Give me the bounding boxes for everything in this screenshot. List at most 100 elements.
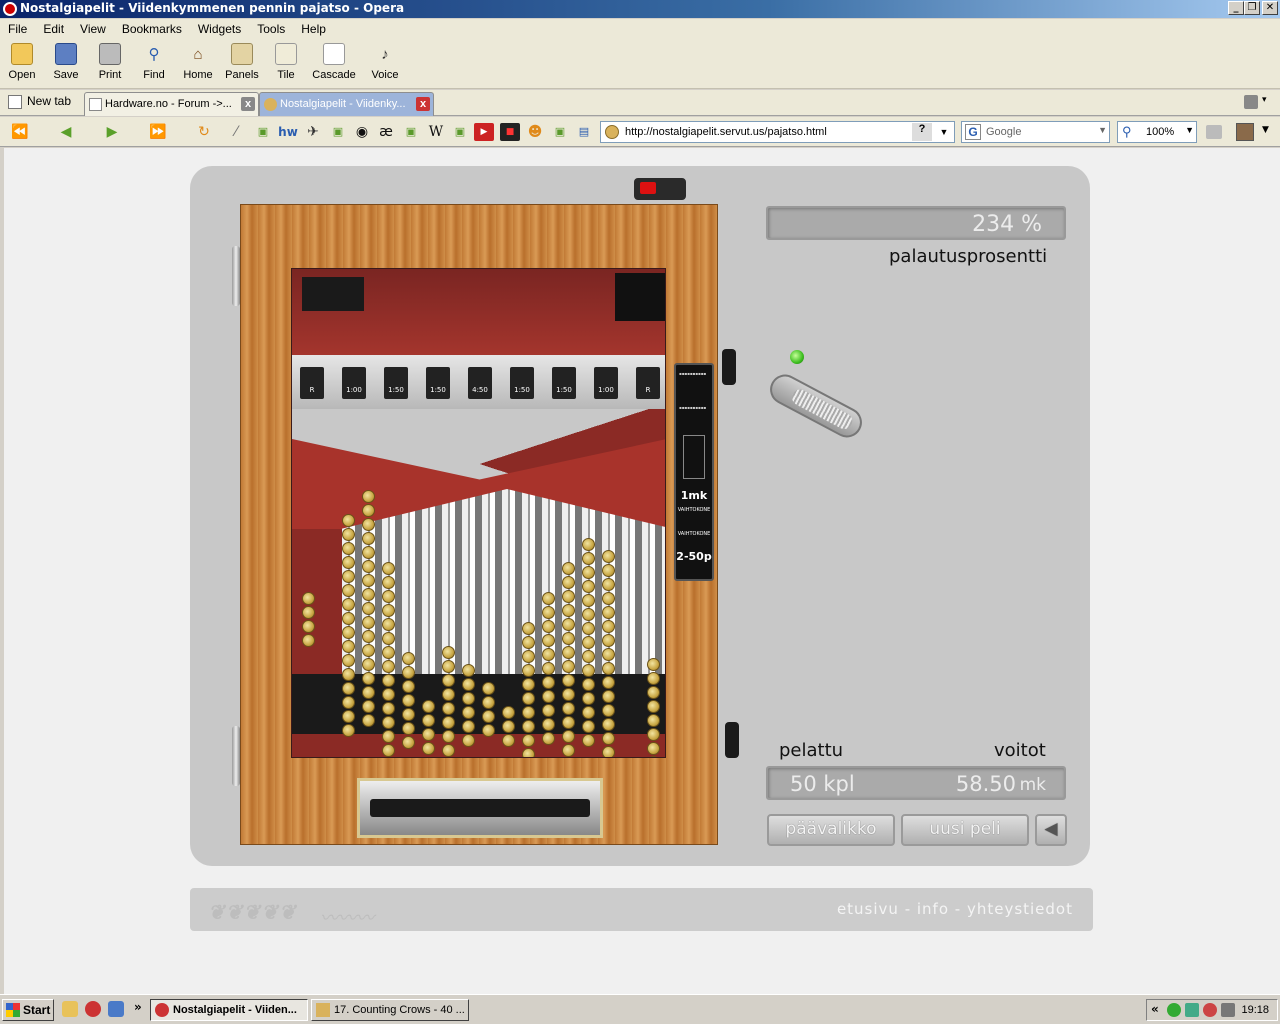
bookmark-icon[interactable]: ▣ [451, 123, 469, 141]
find-button[interactable]: ⚲ Find [132, 43, 176, 81]
chevron-right-icon[interactable]: » [134, 1000, 142, 1014]
tab-bar: New tab Hardware.no - Forum ->... x Nost… [0, 90, 1280, 116]
cup: 1:50 [426, 367, 450, 399]
bookmark-icon[interactable]: ▣ [254, 123, 272, 141]
cascade-button[interactable]: Cascade [312, 43, 356, 81]
new-game-button[interactable]: uusi peli [901, 814, 1029, 846]
close-button[interactable]: ✕ [1262, 1, 1278, 15]
ie-quicklaunch-icon[interactable] [108, 1001, 124, 1017]
youtube-icon[interactable]: ▶ [474, 123, 494, 141]
task-music[interactable]: 17. Counting Crows - 40 ... [311, 999, 469, 1021]
bookmark-icon[interactable]: ▣ [402, 123, 420, 141]
open-button[interactable]: Open [0, 43, 44, 81]
tile-button[interactable]: Tile [264, 43, 308, 81]
voice-button[interactable]: ♪ Voice [363, 43, 407, 82]
tray-icon[interactable] [1203, 1003, 1217, 1017]
chevron-down-icon[interactable]: ▼ [1262, 125, 1269, 135]
knob-icon [725, 722, 739, 758]
coin-icon [647, 658, 660, 671]
print-button[interactable]: Print [88, 43, 132, 81]
user-icon[interactable] [1236, 123, 1254, 141]
coin-slot-icon[interactable] [683, 435, 705, 479]
home-icon: ⌂ [193, 45, 203, 63]
coin-icon [362, 644, 375, 657]
chevron-down-icon[interactable]: ▾ [1262, 95, 1267, 105]
coin-icon [602, 676, 615, 689]
lock-icon[interactable] [1206, 125, 1222, 139]
eye-icon[interactable]: ◉ [352, 123, 372, 141]
coin-icon [382, 590, 395, 603]
main-menu-button[interactable]: päävalikko [767, 814, 895, 846]
page-icon[interactable]: ▤ [575, 123, 593, 141]
menu-view[interactable]: View [72, 22, 114, 36]
coin-icon [562, 730, 575, 743]
coin-icon [342, 528, 355, 541]
close-tab-icon[interactable]: x [241, 97, 255, 111]
home-button[interactable]: ⌂ Home [176, 43, 220, 82]
news-icon[interactable]: ■ [500, 123, 520, 141]
chevron-left-icon[interactable]: « [1151, 1002, 1159, 1016]
tray-icon[interactable] [1167, 1003, 1181, 1017]
panels-button[interactable]: Panels [220, 43, 264, 81]
coin-icon [382, 688, 395, 701]
speaker-icon[interactable]: ◀ [1035, 814, 1067, 846]
menu-help[interactable]: Help [293, 22, 334, 36]
tab-nostalgiapelit[interactable]: Nostalgiapelit - Viidenky... x [259, 92, 434, 116]
task-opera[interactable]: Nostalgiapelit - Viiden... [150, 999, 308, 1021]
ae-icon[interactable]: æ [376, 123, 396, 141]
opera-quicklaunch-icon[interactable] [85, 1001, 101, 1017]
playfield[interactable]: R 1:00 1:50 1:50 4:50 1:50 1:50 1:00 R [291, 268, 666, 758]
coin-icon [542, 592, 555, 605]
opera-icon [155, 1003, 169, 1017]
menu-file[interactable]: File [0, 22, 35, 36]
menu-widgets[interactable]: Widgets [190, 22, 249, 36]
coin-tray [357, 778, 603, 838]
rewind-icon[interactable]: ⏪ [8, 123, 32, 141]
wikipedia-icon[interactable]: W [426, 123, 446, 141]
search-input[interactable]: G Google ▼ [961, 121, 1110, 143]
reload-icon[interactable]: ↻ [194, 123, 214, 141]
zoom-select[interactable]: ⚲ 100% ▼ [1117, 121, 1197, 143]
hw-icon[interactable]: hw [277, 123, 299, 141]
address-field[interactable]: http://nostalgiapelit.servut.us/pajatso.… [600, 121, 955, 143]
footer-links[interactable]: etusivu - info - yhteystiedot [837, 900, 1073, 918]
trash-icon[interactable] [1244, 95, 1258, 109]
coin-icon [602, 690, 615, 703]
chevron-down-icon[interactable]: ▼ [936, 123, 952, 141]
maximize-button[interactable]: ❐ [1244, 1, 1260, 15]
forward-icon[interactable]: ▶ [100, 123, 124, 141]
help-button[interactable]: ? [912, 123, 932, 141]
wand-icon[interactable]: ⁄ [226, 123, 246, 141]
quicklaunch-icon[interactable] [62, 1001, 78, 1017]
game-panel: R 1:00 1:50 1:50 4:50 1:50 1:50 1:00 R ▪… [190, 166, 1090, 866]
won-value: 58.50 [955, 772, 1016, 796]
menu-tools[interactable]: Tools [249, 22, 293, 36]
save-button[interactable]: Save [44, 43, 88, 81]
coin-icon [647, 686, 660, 699]
play-button[interactable] [634, 178, 686, 200]
back-icon[interactable]: ◀ [54, 123, 78, 141]
bookmark-icon[interactable]: ▣ [329, 123, 347, 141]
bookmark-icon[interactable]: ▣ [551, 123, 569, 141]
fast-forward-icon[interactable]: ⏩ [146, 123, 170, 141]
coin-icon [302, 592, 315, 605]
coin-icon [362, 490, 375, 503]
coin-icon [382, 618, 395, 631]
chevron-down-icon[interactable]: ▼ [1098, 125, 1107, 135]
chevron-down-icon[interactable]: ▼ [1185, 125, 1194, 135]
menu-bookmarks[interactable]: Bookmarks [114, 22, 190, 36]
network-icon[interactable] [1185, 1003, 1199, 1017]
plane-icon[interactable]: ✈ [303, 123, 323, 141]
close-tab-icon[interactable]: x [416, 97, 430, 111]
tab-hardware-forum[interactable]: Hardware.no - Forum ->... x [84, 92, 259, 116]
start-button[interactable]: Start [2, 999, 54, 1021]
coin-icon [342, 584, 355, 597]
volume-icon[interactable] [1221, 1003, 1235, 1017]
minimize-button[interactable]: _ [1228, 1, 1244, 15]
new-tab-button[interactable]: New tab [8, 94, 71, 109]
taskbar: Start » Nostalgiapelit - Viiden... 17. C… [0, 994, 1280, 1024]
menu-edit[interactable]: Edit [35, 22, 72, 36]
coin-icon [602, 746, 615, 757]
launch-lever[interactable] [764, 369, 868, 443]
fox-icon[interactable]: ☻ [526, 123, 544, 141]
